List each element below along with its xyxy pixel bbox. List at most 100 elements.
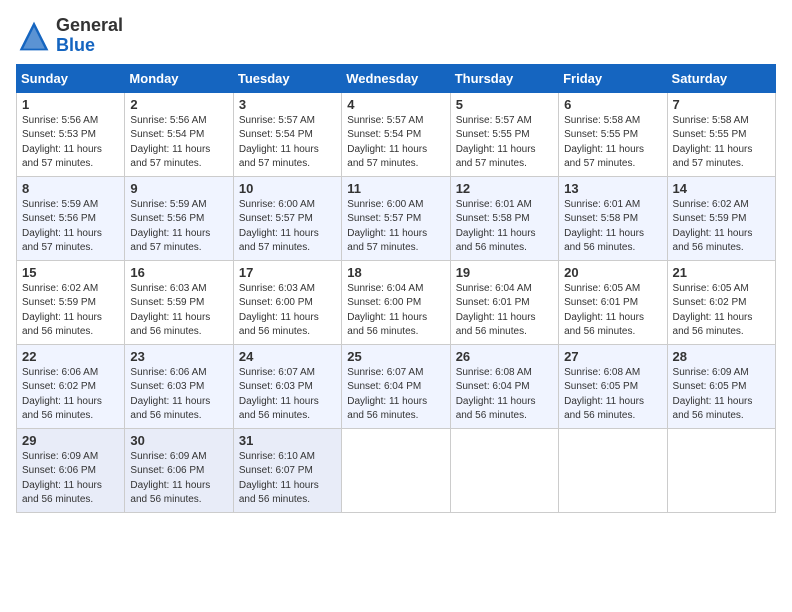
calendar-cell: 17 Sunrise: 6:03 AM Sunset: 6:00 PM Dayl… <box>233 260 341 344</box>
day-info: Sunrise: 6:03 AM Sunset: 5:59 PM Dayligh… <box>130 282 227 340</box>
calendar-cell: 16 Sunrise: 6:03 AM Sunset: 5:59 PM Dayl… <box>125 260 233 344</box>
calendar-cell: 25 Sunrise: 6:07 AM Sunset: 6:04 PM Dayl… <box>342 344 450 428</box>
day-info: Sunrise: 6:07 AM Sunset: 6:04 PM Dayligh… <box>347 366 444 424</box>
day-number: 24 <box>239 349 336 364</box>
calendar-cell: 4 Sunrise: 5:57 AM Sunset: 5:54 PM Dayli… <box>342 92 450 176</box>
calendar-week-row: 22 Sunrise: 6:06 AM Sunset: 6:02 PM Dayl… <box>17 344 776 428</box>
day-info: Sunrise: 5:58 AM Sunset: 5:55 PM Dayligh… <box>673 114 770 172</box>
col-tuesday: Tuesday <box>233 64 341 92</box>
day-number: 6 <box>564 97 661 112</box>
day-info: Sunrise: 6:00 AM Sunset: 5:57 PM Dayligh… <box>239 198 336 256</box>
day-number: 30 <box>130 433 227 448</box>
calendar-cell: 21 Sunrise: 6:05 AM Sunset: 6:02 PM Dayl… <box>667 260 775 344</box>
day-info: Sunrise: 6:07 AM Sunset: 6:03 PM Dayligh… <box>239 366 336 424</box>
day-info: Sunrise: 5:57 AM Sunset: 5:55 PM Dayligh… <box>456 114 553 172</box>
day-number: 8 <box>22 181 119 196</box>
day-number: 16 <box>130 265 227 280</box>
day-info: Sunrise: 6:09 AM Sunset: 6:05 PM Dayligh… <box>673 366 770 424</box>
day-number: 9 <box>130 181 227 196</box>
calendar-cell: 3 Sunrise: 5:57 AM Sunset: 5:54 PM Dayli… <box>233 92 341 176</box>
logo-general: General <box>56 15 123 35</box>
day-number: 13 <box>564 181 661 196</box>
day-info: Sunrise: 6:08 AM Sunset: 6:05 PM Dayligh… <box>564 366 661 424</box>
day-number: 4 <box>347 97 444 112</box>
calendar-cell: 1 Sunrise: 5:56 AM Sunset: 5:53 PM Dayli… <box>17 92 125 176</box>
col-saturday: Saturday <box>667 64 775 92</box>
page-container: General Blue Sunday Monday Tuesday Wedne… <box>16 16 776 513</box>
logo: General Blue <box>16 16 123 56</box>
calendar-cell: 5 Sunrise: 5:57 AM Sunset: 5:55 PM Dayli… <box>450 92 558 176</box>
day-info: Sunrise: 5:58 AM Sunset: 5:55 PM Dayligh… <box>564 114 661 172</box>
col-monday: Monday <box>125 64 233 92</box>
day-number: 10 <box>239 181 336 196</box>
col-sunday: Sunday <box>17 64 125 92</box>
calendar-cell: 8 Sunrise: 5:59 AM Sunset: 5:56 PM Dayli… <box>17 176 125 260</box>
day-info: Sunrise: 6:04 AM Sunset: 6:01 PM Dayligh… <box>456 282 553 340</box>
logo-text: General Blue <box>56 16 123 56</box>
calendar-week-row: 1 Sunrise: 5:56 AM Sunset: 5:53 PM Dayli… <box>17 92 776 176</box>
calendar-cell: 23 Sunrise: 6:06 AM Sunset: 6:03 PM Dayl… <box>125 344 233 428</box>
col-thursday: Thursday <box>450 64 558 92</box>
day-number: 2 <box>130 97 227 112</box>
calendar-cell <box>559 428 667 512</box>
day-number: 25 <box>347 349 444 364</box>
day-number: 15 <box>22 265 119 280</box>
day-number: 18 <box>347 265 444 280</box>
calendar-cell <box>342 428 450 512</box>
calendar-cell: 10 Sunrise: 6:00 AM Sunset: 5:57 PM Dayl… <box>233 176 341 260</box>
day-info: Sunrise: 6:04 AM Sunset: 6:00 PM Dayligh… <box>347 282 444 340</box>
day-number: 20 <box>564 265 661 280</box>
day-info: Sunrise: 6:02 AM Sunset: 5:59 PM Dayligh… <box>22 282 119 340</box>
day-number: 23 <box>130 349 227 364</box>
calendar-table: Sunday Monday Tuesday Wednesday Thursday… <box>16 64 776 513</box>
day-number: 21 <box>673 265 770 280</box>
calendar-cell: 18 Sunrise: 6:04 AM Sunset: 6:00 PM Dayl… <box>342 260 450 344</box>
col-friday: Friday <box>559 64 667 92</box>
calendar-cell: 6 Sunrise: 5:58 AM Sunset: 5:55 PM Dayli… <box>559 92 667 176</box>
calendar-header-row: Sunday Monday Tuesday Wednesday Thursday… <box>17 64 776 92</box>
day-number: 14 <box>673 181 770 196</box>
day-number: 7 <box>673 97 770 112</box>
calendar-cell: 13 Sunrise: 6:01 AM Sunset: 5:58 PM Dayl… <box>559 176 667 260</box>
day-info: Sunrise: 6:01 AM Sunset: 5:58 PM Dayligh… <box>456 198 553 256</box>
day-info: Sunrise: 6:06 AM Sunset: 6:03 PM Dayligh… <box>130 366 227 424</box>
logo-blue: Blue <box>56 35 95 55</box>
day-number: 3 <box>239 97 336 112</box>
calendar-cell <box>450 428 558 512</box>
col-wednesday: Wednesday <box>342 64 450 92</box>
day-info: Sunrise: 5:57 AM Sunset: 5:54 PM Dayligh… <box>347 114 444 172</box>
calendar-cell: 28 Sunrise: 6:09 AM Sunset: 6:05 PM Dayl… <box>667 344 775 428</box>
calendar-cell: 15 Sunrise: 6:02 AM Sunset: 5:59 PM Dayl… <box>17 260 125 344</box>
day-number: 22 <box>22 349 119 364</box>
day-number: 5 <box>456 97 553 112</box>
day-number: 31 <box>239 433 336 448</box>
calendar-week-row: 8 Sunrise: 5:59 AM Sunset: 5:56 PM Dayli… <box>17 176 776 260</box>
calendar-cell: 19 Sunrise: 6:04 AM Sunset: 6:01 PM Dayl… <box>450 260 558 344</box>
day-number: 29 <box>22 433 119 448</box>
page-header: General Blue <box>16 16 776 56</box>
day-number: 27 <box>564 349 661 364</box>
calendar-cell: 29 Sunrise: 6:09 AM Sunset: 6:06 PM Dayl… <box>17 428 125 512</box>
day-info: Sunrise: 6:01 AM Sunset: 5:58 PM Dayligh… <box>564 198 661 256</box>
day-info: Sunrise: 6:08 AM Sunset: 6:04 PM Dayligh… <box>456 366 553 424</box>
day-number: 11 <box>347 181 444 196</box>
day-info: Sunrise: 5:56 AM Sunset: 5:53 PM Dayligh… <box>22 114 119 172</box>
day-number: 12 <box>456 181 553 196</box>
calendar-cell <box>667 428 775 512</box>
day-info: Sunrise: 6:05 AM Sunset: 6:02 PM Dayligh… <box>673 282 770 340</box>
calendar-cell: 12 Sunrise: 6:01 AM Sunset: 5:58 PM Dayl… <box>450 176 558 260</box>
calendar-cell: 20 Sunrise: 6:05 AM Sunset: 6:01 PM Dayl… <box>559 260 667 344</box>
day-info: Sunrise: 6:05 AM Sunset: 6:01 PM Dayligh… <box>564 282 661 340</box>
day-info: Sunrise: 6:09 AM Sunset: 6:06 PM Dayligh… <box>130 450 227 508</box>
day-number: 1 <box>22 97 119 112</box>
calendar-cell: 11 Sunrise: 6:00 AM Sunset: 5:57 PM Dayl… <box>342 176 450 260</box>
day-number: 28 <box>673 349 770 364</box>
calendar-week-row: 15 Sunrise: 6:02 AM Sunset: 5:59 PM Dayl… <box>17 260 776 344</box>
day-info: Sunrise: 5:59 AM Sunset: 5:56 PM Dayligh… <box>130 198 227 256</box>
calendar-cell: 9 Sunrise: 5:59 AM Sunset: 5:56 PM Dayli… <box>125 176 233 260</box>
day-info: Sunrise: 6:02 AM Sunset: 5:59 PM Dayligh… <box>673 198 770 256</box>
day-info: Sunrise: 6:10 AM Sunset: 6:07 PM Dayligh… <box>239 450 336 508</box>
day-info: Sunrise: 5:57 AM Sunset: 5:54 PM Dayligh… <box>239 114 336 172</box>
calendar-cell: 2 Sunrise: 5:56 AM Sunset: 5:54 PM Dayli… <box>125 92 233 176</box>
calendar-week-row: 29 Sunrise: 6:09 AM Sunset: 6:06 PM Dayl… <box>17 428 776 512</box>
